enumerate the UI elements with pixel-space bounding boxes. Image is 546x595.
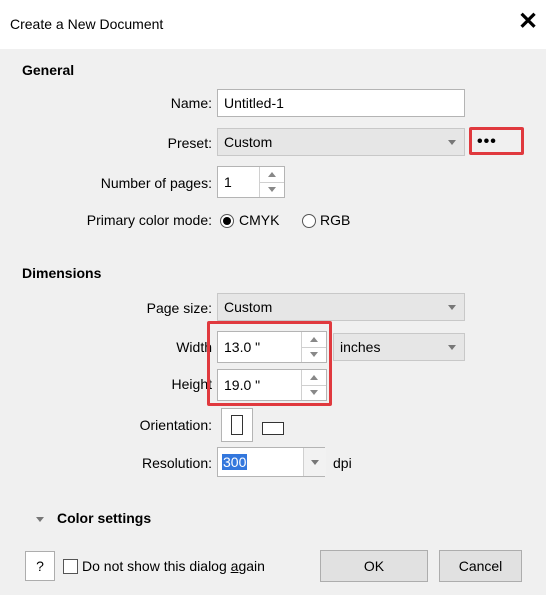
chevron-down-icon bbox=[448, 305, 456, 310]
resolution-input[interactable]: 300 bbox=[217, 447, 326, 477]
cmyk-label: CMYK bbox=[239, 212, 280, 228]
orientation-label: Orientation: bbox=[139, 417, 212, 433]
color-mode-label: Primary color mode: bbox=[86, 212, 212, 228]
resolution-label: Resolution: bbox=[141, 455, 212, 471]
resolution-unit: dpi bbox=[333, 455, 352, 471]
dimensions-highlight bbox=[207, 321, 332, 406]
title-bar: Create a New Document ✕ bbox=[0, 0, 546, 48]
collapse-arrow-icon[interactable] bbox=[36, 517, 44, 522]
arrow-down-icon bbox=[268, 187, 276, 192]
rgb-label: RGB bbox=[320, 212, 351, 228]
page-size-label: Page size: bbox=[146, 300, 212, 316]
dialog-title: Create a New Document bbox=[10, 16, 164, 32]
preset-highlight bbox=[469, 127, 524, 155]
chevron-down-icon bbox=[448, 140, 456, 145]
name-label: Name: bbox=[170, 95, 212, 111]
resolution-dropdown-button[interactable] bbox=[303, 448, 326, 476]
create-document-dialog: Create a New Document ✕ General Name: Un… bbox=[0, 0, 546, 595]
dialog-body: General Name: Untitled-1 Preset: Custom … bbox=[0, 49, 546, 595]
landscape-icon[interactable] bbox=[262, 422, 284, 435]
pages-value: 1 bbox=[224, 174, 232, 190]
chevron-down-icon bbox=[311, 460, 319, 465]
close-icon[interactable]: ✕ bbox=[516, 8, 540, 36]
rgb-radio[interactable] bbox=[302, 214, 316, 228]
arrow-up-icon bbox=[268, 172, 276, 177]
pages-decrement-button[interactable] bbox=[260, 182, 284, 197]
name-input[interactable]: Untitled-1 bbox=[217, 89, 465, 117]
preset-value: Custom bbox=[224, 134, 273, 150]
page-size-value: Custom bbox=[224, 299, 273, 315]
page-size-select[interactable]: Custom bbox=[217, 293, 465, 321]
resolution-value: 300 bbox=[222, 454, 248, 470]
portrait-icon bbox=[231, 415, 243, 435]
dimensions-heading: Dimensions bbox=[22, 265, 102, 281]
pages-stepper-buttons bbox=[259, 167, 284, 197]
preset-select[interactable]: Custom bbox=[217, 128, 465, 156]
dont-show-checkbox[interactable] bbox=[63, 559, 78, 574]
cmyk-radio[interactable] bbox=[220, 214, 234, 228]
help-button[interactable]: ? bbox=[25, 551, 55, 581]
ok-button[interactable]: OK bbox=[320, 550, 428, 582]
dont-show-label-prefix: Do not show this dialog bbox=[82, 558, 231, 574]
pages-increment-button[interactable] bbox=[260, 167, 284, 183]
general-heading: General bbox=[22, 62, 75, 78]
units-value: inches bbox=[340, 339, 381, 355]
height-label: Height bbox=[171, 376, 212, 392]
dont-show-label: Do not show this dialog again bbox=[82, 558, 265, 574]
pages-stepper[interactable]: 1 bbox=[217, 166, 285, 198]
chevron-down-icon bbox=[448, 345, 456, 350]
portrait-button[interactable] bbox=[221, 408, 253, 442]
preset-label: Preset: bbox=[167, 135, 212, 151]
dont-show-label-suffix: gain bbox=[238, 558, 265, 574]
pages-label: Number of pages: bbox=[100, 175, 212, 191]
units-select[interactable]: inches bbox=[333, 333, 465, 361]
color-settings-toggle[interactable]: Color settings bbox=[57, 510, 151, 526]
cancel-button[interactable]: Cancel bbox=[439, 550, 522, 582]
